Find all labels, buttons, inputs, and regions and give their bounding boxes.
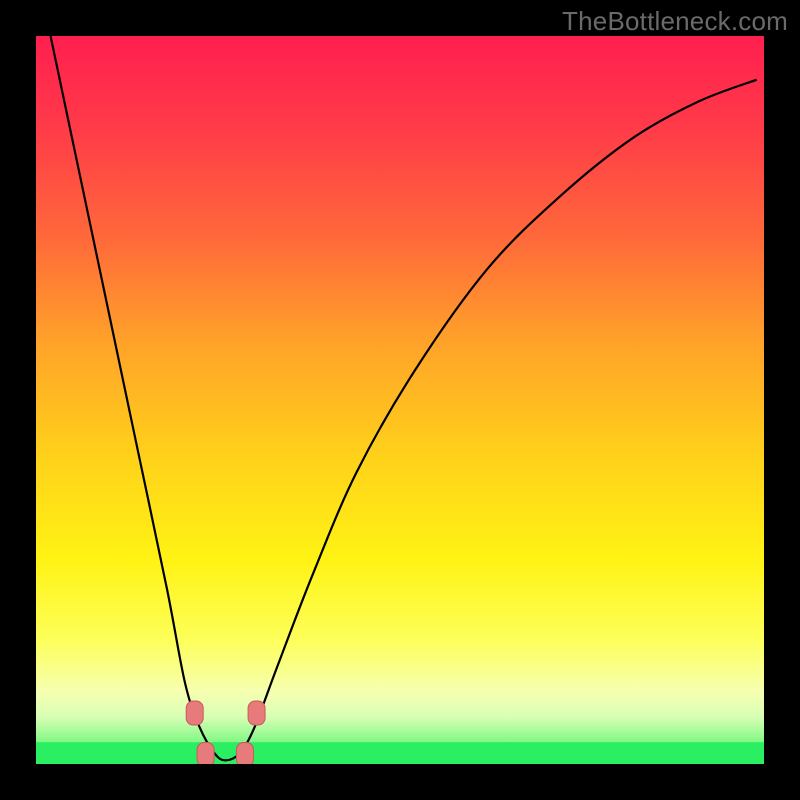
marker xyxy=(248,701,265,725)
marker xyxy=(186,701,203,725)
watermark-text: TheBottleneck.com xyxy=(562,6,788,37)
gradient-background xyxy=(36,36,764,764)
green-band xyxy=(36,742,764,764)
chart-svg xyxy=(36,36,764,764)
marker xyxy=(236,743,253,764)
marker xyxy=(197,743,214,764)
chart-frame: TheBottleneck.com xyxy=(0,0,800,800)
plot-area xyxy=(36,36,764,764)
